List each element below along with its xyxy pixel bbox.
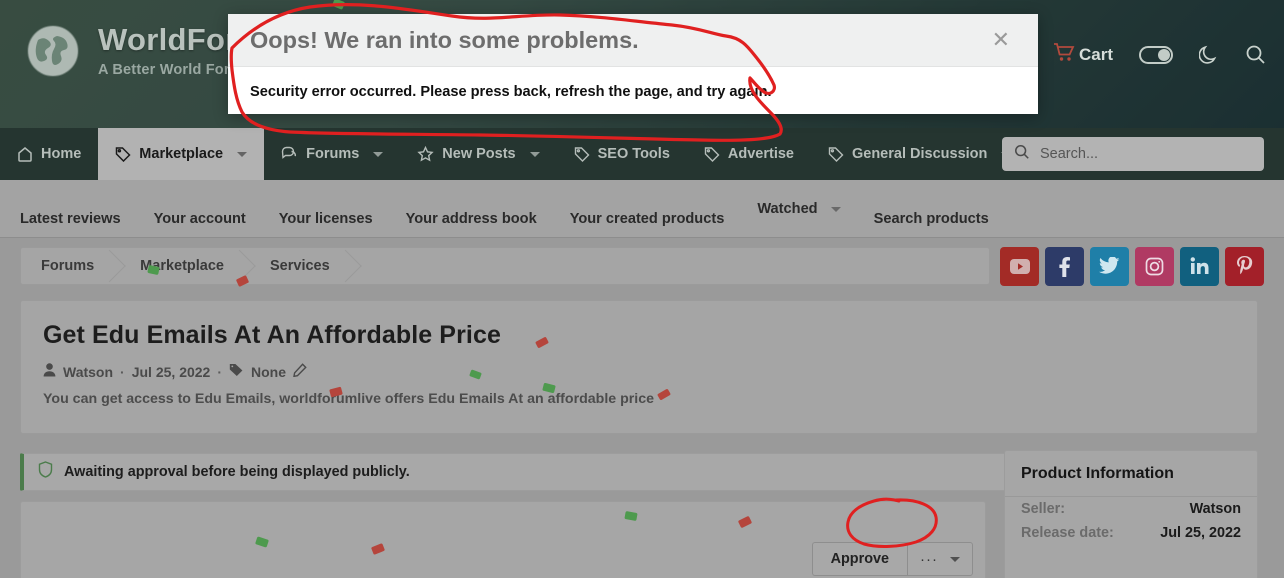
product-hero: Get Edu Emails At An Affordable Price Wa… — [20, 300, 1258, 434]
marketplace-subnav: Latest reviews Your account Your license… — [0, 180, 1284, 238]
error-modal: Oops! We ran into some problems. ✕ Secur… — [228, 14, 1038, 114]
approval-notice-text: Awaiting approval before being displayed… — [64, 464, 410, 480]
nav-item-seo-tools[interactable]: SEO Tools — [557, 128, 687, 180]
more-actions-label: ··· — [920, 550, 938, 568]
cart-button[interactable]: Cart — [1053, 42, 1113, 67]
sidebar-title: Product Information — [1005, 451, 1257, 497]
sidebar-row-seller: Seller: Watson — [1005, 497, 1257, 521]
subnav-item-your-account[interactable]: Your account — [154, 211, 246, 227]
chevron-down-icon — [950, 556, 960, 562]
comments-icon — [281, 146, 298, 162]
linkedin-icon[interactable] — [1180, 246, 1219, 286]
product-information-sidebar: Product Information Seller: Watson Relea… — [1004, 450, 1258, 578]
nav-label-forums: Forums — [306, 146, 360, 162]
header-icon-bar: Cart — [1008, 42, 1266, 67]
tag-icon — [574, 146, 590, 162]
tag-icon — [704, 146, 720, 162]
nav-label-seo-tools: SEO Tools — [597, 146, 670, 162]
product-date: Jul 25, 2022 — [131, 363, 211, 380]
breadcrumb-item-services[interactable]: Services — [250, 248, 356, 284]
subnav-label-watched: Watched — [757, 201, 818, 217]
moon-icon[interactable] — [1199, 44, 1219, 65]
star-icon — [417, 146, 434, 162]
nav-label-marketplace: Marketplace — [139, 146, 224, 162]
home-icon — [17, 146, 33, 162]
product-author[interactable]: Watson — [63, 364, 113, 380]
subnav-item-watched[interactable]: Watched — [757, 201, 841, 217]
theme-toggle-switch[interactable] — [1139, 45, 1173, 64]
search-icon — [1014, 144, 1030, 165]
close-icon[interactable]: ✕ — [986, 25, 1016, 55]
app-root: WorldForum A Better World For All Cart H… — [0, 0, 1284, 578]
moderation-actions: Approve ··· — [811, 542, 973, 576]
user-icon — [43, 363, 56, 380]
search-input[interactable] — [1040, 146, 1252, 162]
page-title: Get Edu Emails At An Affordable Price — [43, 321, 501, 349]
cart-icon — [1053, 42, 1075, 67]
nav-item-general-discussion[interactable]: General Discussion — [811, 128, 1028, 180]
sidebar-value-release-date: Jul 25, 2022 — [1160, 525, 1241, 541]
more-actions-button[interactable]: ··· — [907, 542, 973, 576]
chevron-down-icon[interactable] — [237, 151, 248, 157]
sidebar-key-seller: Seller: — [1021, 501, 1065, 517]
product-description: You can get access to Edu Emails, worldf… — [43, 391, 655, 407]
chevron-down-icon[interactable] — [373, 151, 384, 157]
error-modal-title: Oops! We ran into some problems. — [250, 26, 639, 53]
approve-button[interactable]: Approve — [811, 542, 907, 576]
sidebar-value-seller[interactable]: Watson — [1190, 501, 1241, 517]
chevron-down-icon[interactable] — [830, 206, 841, 212]
sidebar-row-release-date: Release date: Jul 25, 2022 — [1005, 521, 1257, 545]
nav-item-advertise[interactable]: Advertise — [687, 128, 811, 180]
tag-icon — [229, 363, 244, 380]
nav-label-general-discussion: General Discussion — [851, 146, 988, 162]
pencil-icon[interactable] — [293, 363, 307, 380]
nav-label-advertise: Advertise — [727, 146, 794, 162]
breadcrumb-item-forums[interactable]: Forums — [21, 248, 120, 284]
facebook-icon[interactable] — [1045, 246, 1084, 286]
twitter-icon[interactable] — [1090, 246, 1129, 286]
subnav-item-your-created-products[interactable]: Your created products — [570, 211, 725, 227]
product-tag[interactable]: None — [251, 364, 286, 380]
chevron-down-icon[interactable] — [529, 151, 540, 157]
tag-icon — [828, 146, 844, 162]
subnav-item-search-products[interactable]: Search products — [874, 211, 989, 227]
search-box[interactable] — [1002, 137, 1264, 171]
social-links — [1000, 246, 1264, 286]
meta-separator: · — [120, 363, 125, 380]
product-meta: Watson · Jul 25, 2022 · None — [43, 363, 1235, 380]
nav-item-forums[interactable]: Forums — [264, 128, 400, 180]
subnav-item-latest-reviews[interactable]: Latest reviews — [20, 211, 121, 227]
error-modal-header: Oops! We ran into some problems. ✕ — [228, 14, 1038, 67]
breadcrumb-row: Forums Marketplace Services — [0, 238, 1284, 294]
youtube-icon[interactable] — [1000, 246, 1039, 286]
instagram-icon[interactable] — [1135, 246, 1174, 286]
sidebar-key-release-date: Release date: — [1021, 525, 1114, 541]
cart-label: Cart — [1078, 44, 1113, 64]
tag-icon — [115, 146, 131, 162]
search-icon[interactable] — [1245, 44, 1266, 65]
subnav-item-your-licenses[interactable]: Your licenses — [279, 211, 373, 227]
nav-label-home: Home — [41, 146, 82, 162]
globe-icon — [24, 22, 82, 80]
error-modal-message: Security error occurred. Please press ba… — [250, 84, 772, 100]
nav-item-new-posts[interactable]: New Posts — [400, 128, 556, 180]
meta-separator: · — [217, 363, 223, 380]
nav-label-new-posts: New Posts — [442, 146, 516, 162]
nav-item-home[interactable]: Home — [0, 128, 98, 180]
breadcrumb-item-marketplace[interactable]: Marketplace — [120, 248, 250, 284]
product-content-panel: Approve ··· — [20, 501, 986, 578]
nav-item-marketplace[interactable]: Marketplace — [98, 128, 265, 180]
subnav-item-your-address-book[interactable]: Your address book — [406, 211, 537, 227]
breadcrumb: Forums Marketplace Services — [20, 247, 990, 285]
shield-icon — [38, 461, 53, 483]
pinterest-icon[interactable] — [1225, 246, 1264, 286]
